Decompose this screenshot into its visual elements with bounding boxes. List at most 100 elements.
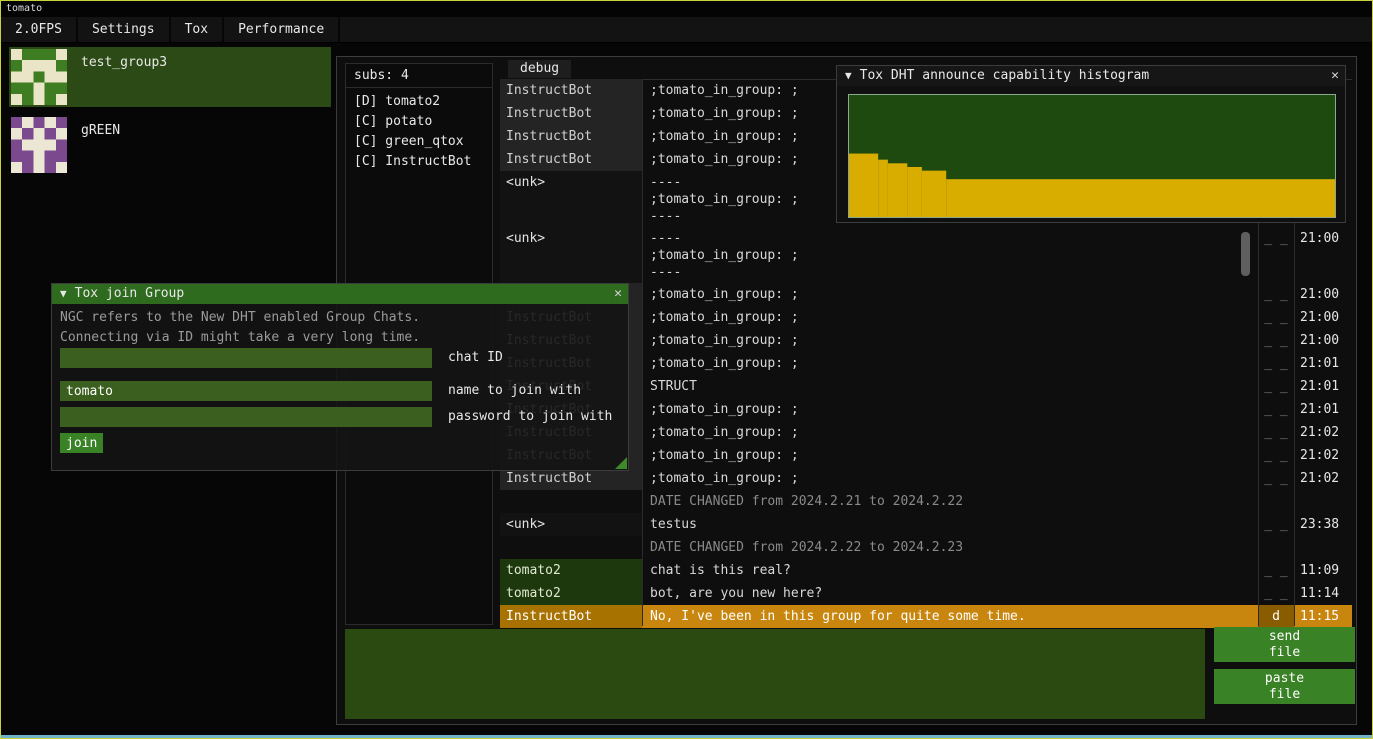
join-window-title: Tox join Group: [75, 286, 185, 301]
message-flags: _ _: [1258, 582, 1294, 605]
send-file-button[interactable]: send file: [1214, 627, 1355, 662]
message-text: ;tomato_in_group: ;: [642, 283, 1258, 306]
join-window-body: NGC refers to the New DHT enabled Group …: [52, 304, 628, 470]
histogram-bar: [946, 179, 1335, 217]
paste-file-label: paste file: [1255, 671, 1315, 703]
join-info-line: Connecting via ID might take a very long…: [60, 330, 420, 345]
menu-item-performance[interactable]: Performance: [224, 17, 340, 42]
menu-item-tox[interactable]: Tox: [171, 17, 224, 42]
group-avatar: [11, 49, 67, 105]
join-button[interactable]: join: [60, 433, 103, 453]
date-separator-row: DATE CHANGED from 2024.2.21 to 2024.2.22: [500, 490, 1352, 513]
histogram-window-title: Tox DHT announce capability histogram: [860, 68, 1150, 83]
group-avatar: [11, 117, 67, 173]
group-item-test_group3[interactable]: test_group3: [9, 47, 331, 107]
message-flags: d: [1258, 605, 1294, 628]
group-item-gREEN[interactable]: gREEN: [9, 115, 331, 175]
group-name: test_group3: [81, 55, 167, 70]
member-item[interactable]: [D] tomato2: [346, 92, 492, 112]
message-flags: _ _: [1258, 375, 1294, 398]
message-flags: _ _: [1258, 421, 1294, 444]
message-time: 23:38: [1294, 513, 1352, 536]
message-row[interactable]: tomato2chat is this real?_ _11:09: [500, 559, 1352, 582]
join-name-input[interactable]: [60, 381, 432, 401]
message-flags: _ _: [1258, 559, 1294, 582]
message-text: bot, are you new here?: [642, 582, 1258, 605]
message-sender: InstructBot: [500, 148, 642, 171]
message-input[interactable]: [345, 629, 1205, 719]
histogram-bar: [849, 154, 878, 217]
message-text: chat is this real?: [642, 559, 1258, 582]
message-time: 11:14: [1294, 582, 1352, 605]
member-item[interactable]: [C] potato: [346, 112, 492, 132]
join-name-label: name to join with: [448, 381, 581, 401]
message-time: 21:01: [1294, 398, 1352, 421]
window-titlebar[interactable]: tomato: [1, 1, 1372, 17]
message-time: 11:09: [1294, 559, 1352, 582]
message-time: 11:15: [1294, 605, 1352, 628]
close-icon[interactable]: ✕: [614, 284, 622, 304]
join-password-input[interactable]: [60, 407, 432, 427]
paste-file-button[interactable]: paste file: [1214, 669, 1355, 704]
message-flags: _ _: [1258, 352, 1294, 375]
member-item[interactable]: [C] green_qtox: [346, 132, 492, 152]
join-window-titlebar[interactable]: ▼ Tox join Group ✕: [52, 284, 628, 304]
window-bottom-border: [1, 735, 1372, 738]
messages-scrollbar-thumb[interactable]: [1241, 232, 1250, 276]
group-list: test_group3 gREEN: [9, 47, 331, 183]
member-list: [D] tomato2[C] potato[C] green_qtox[C] I…: [346, 88, 492, 172]
window-title: tomato: [6, 3, 42, 14]
menu-item-settings[interactable]: Settings: [78, 17, 171, 42]
message-flags: _ _: [1258, 306, 1294, 329]
message-time: 21:00: [1294, 227, 1352, 283]
message-time: 21:00: [1294, 306, 1352, 329]
group-name: gREEN: [81, 123, 120, 138]
message-flags: _ _: [1258, 283, 1294, 306]
message-text: testus: [642, 513, 1258, 536]
message-flags: _ _: [1258, 398, 1294, 421]
histogram-plot: [848, 94, 1336, 218]
menu-items: SettingsToxPerformance: [78, 17, 340, 42]
member-item[interactable]: [C] InstructBot: [346, 152, 492, 172]
histogram-bar: [878, 160, 888, 217]
message-text: ----;tomato_in_group: ;----: [642, 227, 1258, 283]
message-text: ;tomato_in_group: ;: [642, 421, 1258, 444]
join-field-row: chat ID: [60, 348, 620, 368]
message-sender: InstructBot: [500, 125, 642, 148]
message-text: ;tomato_in_group: ;: [642, 467, 1258, 490]
message-row[interactable]: <unk>----;tomato_in_group: ;----_ _21:00: [500, 227, 1352, 283]
histogram-window-titlebar[interactable]: ▼ Tox DHT announce capability histogram ✕: [837, 66, 1345, 86]
collapse-arrow-icon[interactable]: ▼: [60, 287, 67, 300]
message-text: ;tomato_in_group: ;: [642, 352, 1258, 375]
join-password-label: password to join with: [448, 407, 612, 427]
message-sender: tomato2: [500, 582, 642, 605]
message-time: 21:00: [1294, 329, 1352, 352]
message-text: DATE CHANGED from 2024.2.22 to 2024.2.23: [642, 536, 1258, 559]
subs-count: subs: 4: [346, 64, 492, 87]
message-sender: InstructBot: [500, 102, 642, 125]
message-flags: _ _: [1258, 513, 1294, 536]
message-time: 21:01: [1294, 375, 1352, 398]
tab-debug[interactable]: debug: [508, 60, 571, 78]
message-time: 21:02: [1294, 467, 1352, 490]
message-sender: <unk>: [500, 171, 642, 227]
column-separator[interactable]: [642, 79, 643, 626]
join-info-line: NGC refers to the New DHT enabled Group …: [60, 310, 420, 325]
message-row[interactable]: tomato2bot, are you new here?_ _11:14: [500, 582, 1352, 605]
chat-id-input[interactable]: [60, 348, 432, 368]
message-row[interactable]: InstructBotNo, I've been in this group f…: [500, 605, 1352, 628]
message-sender: InstructBot: [500, 605, 642, 628]
send-file-label: send file: [1255, 629, 1315, 661]
message-row[interactable]: <unk>testus_ _23:38: [500, 513, 1352, 536]
message-flags: _ _: [1258, 227, 1294, 283]
join-group-window: ▼ Tox join Group ✕ NGC refers to the New …: [51, 283, 629, 471]
close-icon[interactable]: ✕: [1331, 66, 1339, 86]
histogram-bar: [907, 167, 922, 217]
resize-grip-icon[interactable]: [615, 457, 627, 469]
collapse-arrow-icon[interactable]: ▼: [845, 69, 852, 82]
message-sender: <unk>: [500, 227, 642, 283]
date-separator-row: DATE CHANGED from 2024.2.22 to 2024.2.23: [500, 536, 1352, 559]
join-field-row: name to join with: [60, 381, 620, 401]
join-field-row: password to join with: [60, 407, 620, 427]
fps-counter: 2.0FPS: [1, 17, 78, 42]
